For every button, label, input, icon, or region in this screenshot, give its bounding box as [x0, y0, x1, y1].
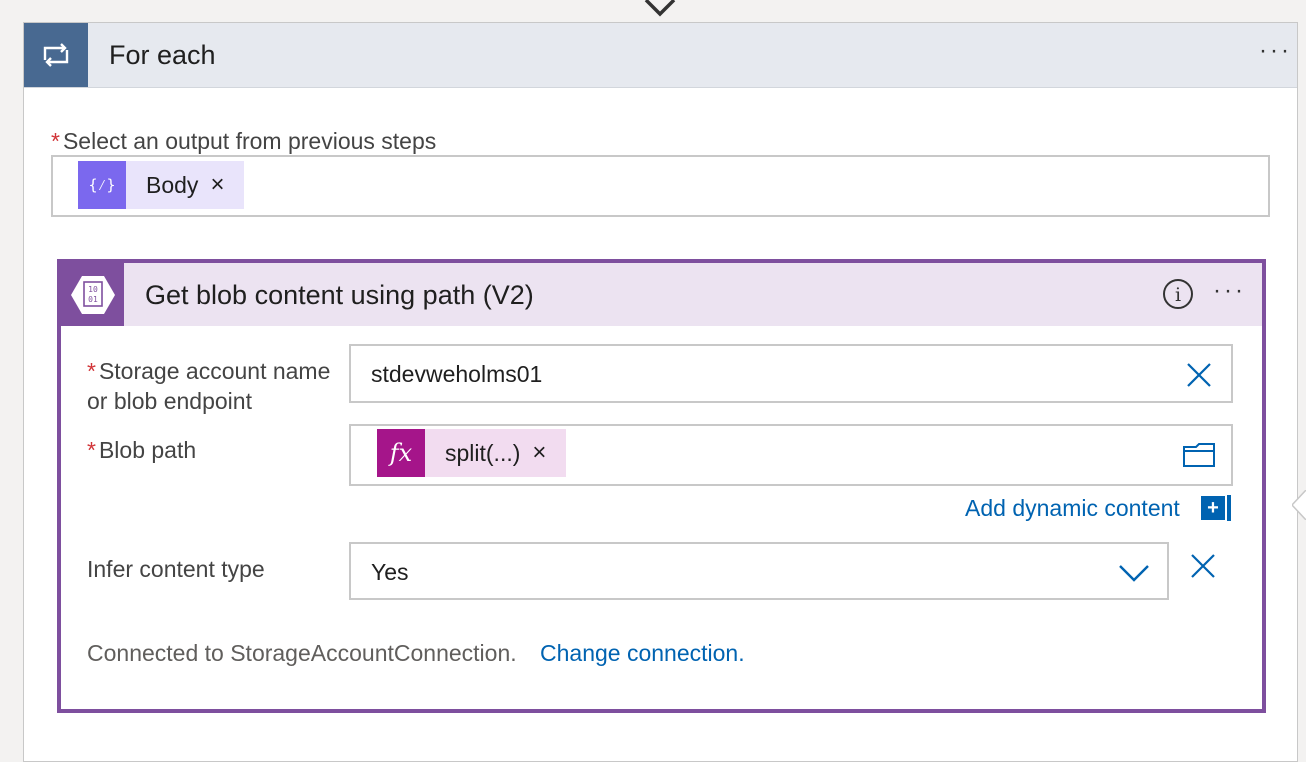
loop-icon: [24, 23, 88, 87]
info-icon[interactable]: i: [1162, 278, 1194, 310]
body-token-label: Body: [146, 171, 199, 198]
output-select-input[interactable]: {⁄} Body ×: [51, 155, 1270, 217]
clear-icon[interactable]: [1185, 361, 1213, 389]
for-each-title: For each: [109, 40, 216, 70]
body-token[interactable]: {⁄} Body ×: [78, 161, 245, 209]
for-each-header[interactable]: For each ···: [24, 23, 1297, 88]
get-blob-action-card: 10 01 Get blob content using path (V2) i…: [57, 259, 1266, 713]
function-fx-icon: fx: [377, 429, 425, 477]
expression-token[interactable]: fx split(...) ×: [377, 429, 567, 477]
connection-status: Connected to StorageAccountConnection.: [87, 640, 517, 666]
change-connection-link[interactable]: Change connection.: [540, 640, 745, 667]
blob-path-input[interactable]: fx split(...) ×: [349, 424, 1233, 486]
add-dynamic-plus-icon[interactable]: +: [1201, 496, 1225, 520]
infer-content-type-label: Infer content type: [87, 556, 265, 582]
storage-account-label: * Storage account name or blob endpoint: [87, 358, 331, 414]
plus-divider: [1227, 495, 1231, 521]
infer-content-type-value: Yes: [371, 559, 409, 585]
clear-infer-icon[interactable]: [1189, 552, 1217, 580]
folder-icon[interactable]: [1182, 441, 1216, 469]
required-mark: *: [51, 128, 60, 154]
chevron-down-icon[interactable]: [1117, 562, 1151, 584]
blob-path-label: * Blob path: [87, 437, 197, 463]
storage-account-value: stdevweholms01: [371, 361, 543, 387]
action-header[interactable]: 10 01 Get blob content using path (V2) i…: [61, 263, 1262, 326]
storage-account-input[interactable]: stdevweholms01: [349, 344, 1233, 403]
svg-text:{⁄}: {⁄}: [88, 176, 115, 194]
infer-content-type-select[interactable]: Yes: [349, 542, 1169, 600]
side-notch: [1292, 490, 1306, 520]
blob-storage-icon: 10 01: [61, 263, 124, 326]
svg-text:i: i: [1175, 284, 1181, 306]
action-title: Get blob content using path (V2): [145, 280, 534, 310]
remove-token-icon[interactable]: ×: [520, 439, 566, 467]
expression-braces-icon: {⁄}: [78, 161, 126, 209]
action-more-icon[interactable]: ···: [1213, 277, 1246, 305]
svg-text:10: 10: [88, 285, 98, 294]
required-mark: *: [87, 358, 96, 384]
flow-arrow-down-icon: [644, 0, 676, 17]
for-each-more-icon[interactable]: ···: [1259, 37, 1292, 65]
remove-token-icon[interactable]: ×: [198, 171, 244, 199]
for-each-card: For each ··· * Select an output from prev…: [23, 22, 1298, 762]
add-dynamic-content-link[interactable]: Add dynamic content: [965, 495, 1180, 522]
svg-text:01: 01: [88, 295, 98, 304]
expression-token-label: split(...): [445, 439, 521, 466]
required-mark: *: [87, 437, 96, 463]
output-field-label: * Select an output from previous steps: [51, 128, 437, 154]
